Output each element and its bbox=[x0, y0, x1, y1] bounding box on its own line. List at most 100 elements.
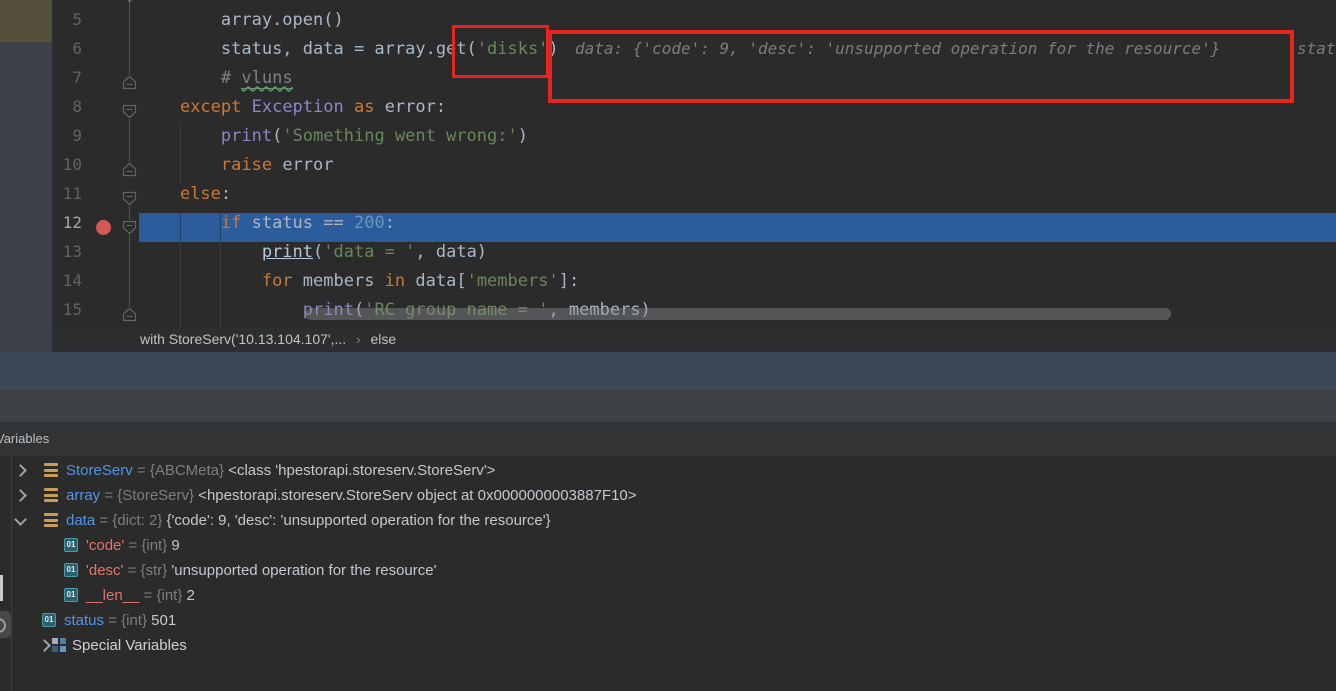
variable-row[interactable]: array = {StoreServ} <hpestorapi.storeser… bbox=[0, 483, 1336, 508]
code-line[interactable]: array.open() bbox=[139, 10, 344, 39]
variable-type: {int} bbox=[121, 612, 148, 629]
variables-tree[interactable]: StoreServ = {ABCMeta} <class 'hpestorapi… bbox=[0, 456, 1336, 691]
code-token: 200 bbox=[353, 213, 385, 233]
left-panel-strip bbox=[0, 0, 53, 352]
variables-panel-header: Variables bbox=[0, 422, 1336, 457]
breakpoint-dot[interactable] bbox=[96, 220, 111, 235]
code-line[interactable]: for members in data['members']: bbox=[139, 271, 579, 300]
variable-type: {int} bbox=[156, 587, 183, 604]
chevron-right-icon[interactable] bbox=[38, 639, 51, 652]
chevron-right-icon[interactable] bbox=[14, 464, 27, 477]
variable-row[interactable]: 01 'desc' = {str} 'unsupported operation … bbox=[0, 558, 1336, 583]
fold-start-icon[interactable] bbox=[122, 104, 137, 119]
variable-type: {int} bbox=[141, 537, 168, 554]
variable-type: {str} bbox=[140, 562, 168, 579]
code-token: status == bbox=[251, 213, 354, 233]
value-icon: 01 bbox=[42, 613, 56, 627]
code-token: # bbox=[220, 68, 242, 88]
code-line[interactable]: try: bbox=[139, 0, 221, 10]
gutter-line-number[interactable]: 13 bbox=[52, 242, 82, 271]
variable-text: 'desc' = {str} 'unsupported operation fo… bbox=[86, 558, 436, 583]
code-token: print bbox=[220, 126, 273, 146]
code-token: print bbox=[261, 242, 314, 262]
gutter-line-number[interactable]: 14 bbox=[52, 271, 82, 300]
variable-row[interactable]: 01 __len__ = {int} 2 bbox=[0, 583, 1336, 608]
code-token: vluns bbox=[241, 68, 293, 89]
variable-row[interactable]: Special Variables bbox=[0, 633, 1336, 658]
variable-text: __len__ = {int} 2 bbox=[86, 583, 195, 608]
variable-name: 'code' bbox=[86, 537, 125, 554]
gutter-line-number[interactable]: 11 bbox=[52, 184, 82, 213]
variable-text: array = {StoreServ} <hpestorapi.storeser… bbox=[66, 483, 637, 508]
gutter-line-number[interactable]: 10 bbox=[52, 155, 82, 184]
fold-end-icon[interactable] bbox=[122, 162, 137, 177]
code-token: try: bbox=[180, 0, 221, 1]
variable-type: {ABCMeta} bbox=[149, 462, 225, 479]
code-token: , data) bbox=[415, 242, 488, 262]
annotation-box-disks bbox=[452, 25, 549, 78]
code-line[interactable]: if status == 200: bbox=[139, 213, 395, 242]
debugger-toolbar bbox=[0, 390, 1336, 423]
special-variables-icon bbox=[52, 638, 66, 652]
chevron-down-icon[interactable] bbox=[14, 513, 27, 526]
tree-left-border bbox=[11, 456, 12, 691]
gutter-line-number[interactable]: 12 bbox=[52, 213, 82, 242]
code-token: data[ bbox=[415, 271, 467, 291]
chevron-right-icon[interactable] bbox=[14, 489, 27, 502]
edge-cut-tab-icon[interactable] bbox=[0, 611, 11, 638]
code-editor[interactable]: data: {'code': 9, 'desc': 'unsupported o… bbox=[0, 0, 1336, 327]
gutter-line-number[interactable]: 15 bbox=[52, 300, 82, 327]
variable-row[interactable]: StoreServ = {ABCMeta} <class 'hpestorapi… bbox=[0, 458, 1336, 483]
code-line[interactable]: raise error bbox=[139, 155, 334, 184]
code-token: error: bbox=[384, 97, 447, 117]
code-token: as bbox=[353, 97, 385, 117]
edge-cut-element bbox=[0, 575, 3, 601]
variable-name: Special Variables bbox=[72, 637, 187, 654]
gutter-line-number[interactable]: 9 bbox=[52, 126, 82, 155]
fold-start-icon[interactable] bbox=[122, 191, 137, 206]
gutter-line-number[interactable]: 7 bbox=[52, 68, 82, 97]
object-icon bbox=[44, 463, 58, 477]
fold-range-line bbox=[129, 235, 130, 307]
code-token: else bbox=[179, 184, 221, 204]
variable-row[interactable]: data = {dict: 2} {'code': 9, 'desc': 'un… bbox=[0, 508, 1336, 533]
gutter-line-number[interactable]: 8 bbox=[52, 97, 82, 126]
variable-text: status = {int} 501 bbox=[64, 608, 176, 633]
code-line[interactable]: print('data = ', data) bbox=[139, 242, 487, 271]
code-token: status, data = array.get( bbox=[220, 39, 477, 59]
code-line[interactable]: # vluns bbox=[139, 68, 293, 97]
code-line[interactable]: print('Something went wrong:') bbox=[139, 126, 528, 155]
breadcrumb: with StoreServ('10.13.104.107',... › else bbox=[52, 327, 1336, 352]
equals-sign: = bbox=[104, 612, 122, 629]
horizontal-scrollbar-thumb[interactable] bbox=[305, 308, 1171, 320]
breadcrumb-item-with[interactable]: with StoreServ('10.13.104.107',... bbox=[136, 327, 350, 352]
variable-name: array bbox=[66, 487, 101, 504]
code-token: 'Something went wrong:' bbox=[282, 126, 518, 146]
code-token: array.open() bbox=[220, 10, 344, 30]
fold-range-line bbox=[129, 0, 130, 75]
fold-start-icon[interactable] bbox=[122, 0, 137, 3]
fold-end-icon[interactable] bbox=[122, 307, 137, 322]
gutter-line-number[interactable]: 6 bbox=[52, 39, 82, 68]
code-token: error bbox=[282, 155, 334, 175]
breadcrumb-item-else[interactable]: else bbox=[366, 327, 400, 352]
code-token: 'members' bbox=[466, 271, 559, 291]
code-token: ) bbox=[517, 126, 528, 146]
gutter-line-number[interactable]: 5 bbox=[52, 10, 82, 39]
variable-type: {StoreServ} bbox=[117, 487, 195, 504]
fold-end-icon[interactable] bbox=[122, 75, 137, 90]
fold-start-icon[interactable] bbox=[122, 220, 137, 235]
code-token: for bbox=[261, 271, 303, 291]
variable-value: 501 bbox=[147, 612, 177, 629]
code-line[interactable]: else: bbox=[139, 184, 231, 213]
code-line[interactable]: except Exception as error: bbox=[139, 97, 446, 126]
code-token: ( bbox=[313, 242, 324, 262]
variable-row[interactable]: 01 'code' = {int} 9 bbox=[0, 533, 1336, 558]
variable-row[interactable]: 01 status = {int} 501 bbox=[0, 608, 1336, 633]
splitter-band bbox=[0, 352, 1336, 390]
variable-value: {'code': 9, 'desc': 'unsupported operati… bbox=[162, 512, 551, 529]
